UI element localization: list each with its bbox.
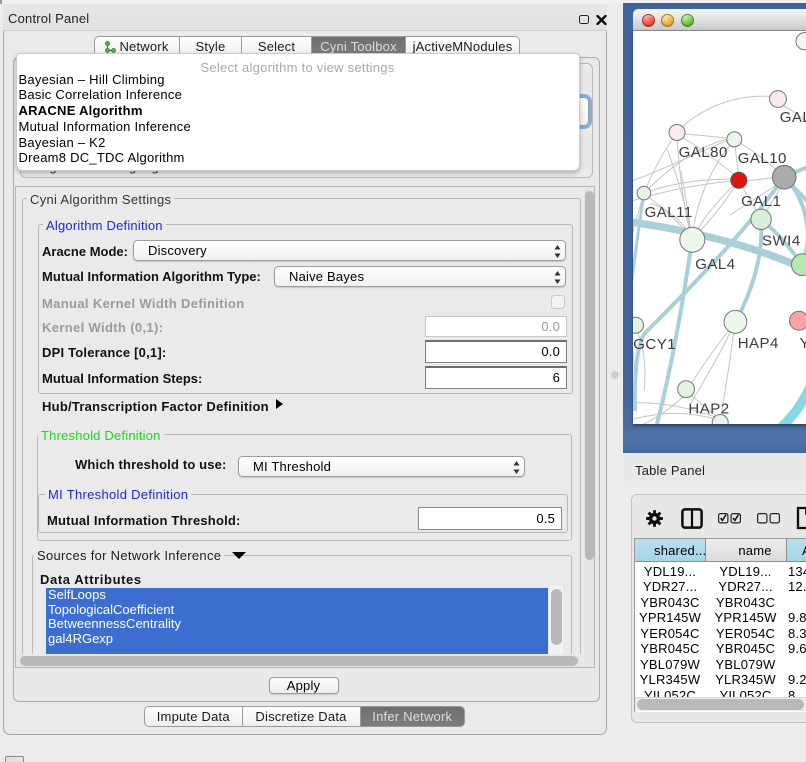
svg-text:GAL4: GAL4 — [695, 256, 735, 273]
svg-text:GAL7: GAL7 — [780, 109, 806, 126]
svg-text:SWI4: SWI4 — [762, 232, 801, 249]
svg-text:GAL10: GAL10 — [738, 150, 787, 167]
svg-text:GCY1: GCY1 — [633, 336, 676, 353]
svg-text:HAP2: HAP2 — [688, 401, 729, 418]
svg-text:GAL11: GAL11 — [645, 204, 693, 221]
svg-text:GAL80: GAL80 — [679, 144, 728, 161]
svg-text:GAL1: GAL1 — [741, 193, 781, 210]
svg-text:HAP4: HAP4 — [738, 335, 779, 352]
svg-text:YJL21: YJL21 — [800, 335, 806, 352]
